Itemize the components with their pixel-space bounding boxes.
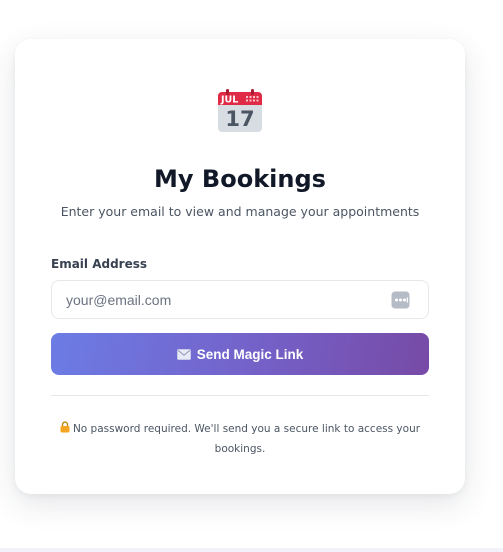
email-label: Email Address — [51, 257, 148, 271]
calendar-icon: JUL 17 — [218, 89, 262, 132]
page-title: My Bookings — [154, 165, 326, 193]
email-field — [51, 280, 429, 319]
email-input[interactable] — [52, 281, 428, 318]
passwordless-note-text: No password required. We'll send you a s… — [72, 423, 421, 455]
page-subtitle: Enter your email to view and manage your… — [60, 204, 420, 219]
page-bottom-band — [0, 548, 503, 552]
lock-icon — [60, 421, 70, 433]
autofill-icon[interactable] — [391, 291, 410, 309]
send-magic-link-button[interactable]: Send Magic Link — [51, 333, 429, 375]
booking-card: JUL 17 My Bookings Enter your email to v… — [15, 39, 465, 494]
calendar-month: JUL — [220, 95, 238, 106]
envelope-icon — [176, 348, 191, 360]
divider — [51, 395, 429, 396]
passwordless-note: No password required. We'll send you a s… — [51, 419, 429, 459]
send-magic-link-label: Send Magic Link — [196, 346, 304, 362]
calendar-day: 17 — [225, 107, 254, 131]
